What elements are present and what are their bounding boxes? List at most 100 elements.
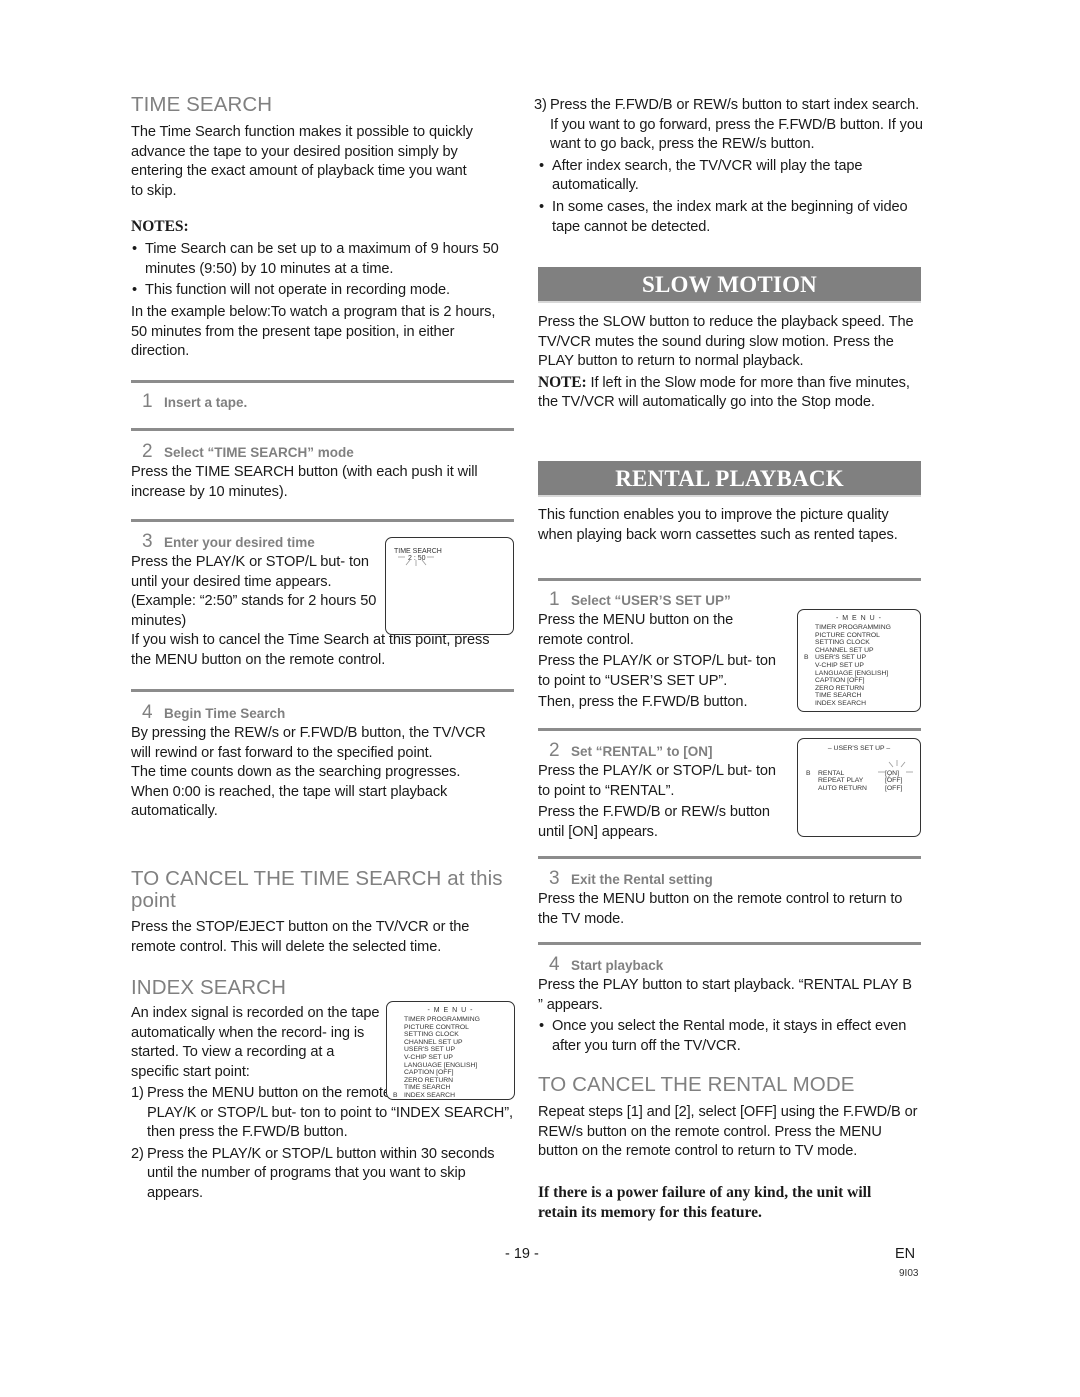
cancel-rental-body: Repeat steps [1] and [2], select [OFF] u… [538, 1104, 918, 1160]
osd-menu-item-label: INDEX SEARCH [404, 1091, 455, 1099]
rental-step-4: 4 Start playback Press the PLAY button t… [538, 942, 921, 1056]
osd-menu-item: USER'S SET UP [404, 1046, 456, 1054]
blink-rays-icon [878, 760, 913, 779]
step-body: Press the PLAY/K or STOP/L but- ton unti… [131, 554, 377, 629]
divider [131, 519, 514, 522]
osd-menu-item: PICTURE CONTROL [404, 1023, 469, 1031]
divider [538, 578, 921, 581]
ts-step-2: 2 Select “TIME SEARCH” mode Press the TI… [131, 428, 514, 502]
slow-motion-banner: SLOW MOTION [538, 267, 921, 303]
index-step: 3) Press the F.FWD/B or REW/s button to … [534, 96, 923, 155]
slow-motion-body: Press the SLOW button to reduce the play… [538, 314, 914, 370]
step-number: 1 [549, 589, 560, 610]
note-label: NOTE: [538, 373, 587, 391]
step-label: Select “USER’S SET UP” [571, 593, 731, 608]
divider [538, 728, 921, 731]
slow-motion-note: NOTE: If left in the Slow mode for more … [538, 374, 923, 413]
osd-users-list: B RENTAL [ON] REPEAT PLAY [OFF] AUTO RET… [806, 760, 920, 792]
osd-time-value: 2 : 50 [398, 555, 513, 566]
users-setup-osd-screen: – USER'S SET UP – B RENTAL [ON] REPEAT P… [797, 738, 921, 837]
osd-menu-item: SETTING CLOCK [404, 1031, 459, 1039]
osd-menu-item: ZERO RETURN [815, 684, 865, 692]
slow-motion-section: Press the SLOW button to reduce the play… [538, 313, 923, 413]
index-step-text: Press the PLAY/K or STOP/L button within… [147, 1145, 495, 1201]
step-title: 4 Begin Time Search [131, 702, 514, 724]
divider [538, 856, 921, 859]
step-body: By pressing the REW/s or F.FWD/B button,… [131, 725, 486, 761]
osd-menu-item: TIMER PROGRAMMING [404, 1016, 480, 1023]
step-number: 3 [142, 531, 153, 552]
osd-menu-item: LANGUAGE [ENGLISH] [404, 1061, 478, 1069]
notes-list: Time Search can be set up to a maximum o… [131, 240, 501, 301]
osd-menu-item-label: USER'S SET UP [815, 654, 867, 662]
ts-step-1: 1 Insert a tape. [131, 380, 514, 413]
rental-step-3: 3 Exit the Rental setting Press the MENU… [538, 856, 921, 929]
osd-menu-item-selected: B USER'S SET UP [804, 654, 920, 662]
step-label: Begin Time Search [164, 706, 286, 721]
step-label: Insert a tape. [164, 395, 248, 410]
osd-pointer-icon: B [806, 770, 811, 777]
step-label: Select “TIME SEARCH” mode [164, 445, 354, 460]
osd-menu-item: PICTURE CONTROL [815, 631, 880, 639]
language-code: EN [895, 1246, 916, 1262]
note-item: This function will not operate in record… [131, 281, 501, 301]
rental-menu-osd-screen: - M E N U - TIMER PROGRAMMING PICTURE CO… [797, 609, 921, 712]
document-code: 9I03 [899, 1268, 919, 1279]
osd-setting-label: RENTAL [818, 770, 845, 777]
index-bullet: After index search, the TV/VCR will play… [538, 157, 923, 196]
cancel-time-search-heading: TO CANCEL THE TIME SEARCH at this point [131, 867, 503, 912]
index-search-heading: INDEX SEARCH [131, 976, 286, 999]
osd-setting-label: AUTO RETURN [818, 784, 867, 792]
divider [538, 942, 921, 945]
time-search-example: In the example below:To watch a program … [131, 304, 496, 360]
osd-pointer-icon: B [804, 654, 809, 662]
osd-title: – USER'S SET UP – [827, 745, 891, 752]
step-body: Press the MENU button on the remote cont… [538, 612, 734, 648]
osd-setting-value: [OFF] [885, 784, 903, 792]
divider [131, 428, 514, 431]
step-body-2: The time counts down as the searching pr… [131, 764, 461, 820]
index-search-steps: 1) Press the MENU button on the remote c… [131, 1084, 514, 1204]
osd-menu-item: INDEX SEARCH [815, 699, 866, 707]
step-body: Press the MENU button on the remote cont… [538, 891, 903, 927]
osd-menu-list: TIMER PROGRAMMING PICTURE CONTROL SETTIN… [393, 1016, 514, 1100]
divider [131, 380, 514, 383]
step-body-2: Press the F.FWD/B or REW/s button until … [538, 804, 770, 840]
note-item: Time Search can be set up to a maximum o… [131, 240, 501, 279]
step-bullet: Once you select the Rental mode, it stay… [538, 1017, 921, 1056]
rental-intro: This function enables you to improve the… [538, 507, 898, 543]
index-search-continued: 3) Press the F.FWD/B or REW/s button to … [534, 96, 923, 237]
rental-playback-banner: RENTAL PLAYBACK [538, 461, 921, 497]
note-text: If left in the Slow mode for more than f… [538, 374, 910, 411]
step-label: Start playback [571, 958, 664, 973]
step-number: 4 [142, 702, 153, 723]
step-number: 4 [549, 954, 560, 975]
time-search-heading: TIME SEARCH [131, 93, 273, 116]
osd-menu-item: V-CHIP SET UP [815, 661, 864, 669]
osd-title: - M E N U - [836, 615, 882, 622]
osd-menu-item: CAPTION [OFF] [815, 677, 865, 685]
step-number: 1 [142, 391, 153, 412]
osd-setting-row: AUTO RETURN [OFF] [818, 785, 920, 792]
osd-menu-list: TIMER PROGRAMMING PICTURE CONTROL SETTIN… [804, 624, 920, 708]
osd-menu-item-selected: B INDEX SEARCH [393, 1091, 514, 1100]
notes-heading: NOTES: [131, 218, 189, 235]
step-body-2: Press the PLAY/K or STOP/L but- ton to p… [538, 653, 776, 689]
step-label: Enter your desired time [164, 535, 315, 550]
index-step-text: Press the F.FWD/B or REW/s button to sta… [550, 97, 923, 153]
step-title: 3 Exit the Rental setting [538, 868, 921, 890]
step-label: Exit the Rental setting [571, 872, 713, 887]
step-label: Set “RENTAL” to [ON] [571, 744, 713, 759]
step-body-cancel: If you wish to cancel the Time Search at… [131, 632, 490, 668]
osd-menu-item: V-CHIP SET UP [404, 1053, 453, 1061]
page-number: - 19 - [505, 1246, 539, 1262]
step-number: 2 [142, 441, 153, 462]
ts-step-4: 4 Begin Time Search By pressing the REW/… [131, 689, 514, 822]
osd-menu-item: TIME SEARCH [404, 1084, 451, 1092]
index-step: 2) Press the PLAY/K or STOP/L button wit… [131, 1145, 507, 1204]
osd-menu-item: TIMER PROGRAMMING [815, 624, 891, 631]
index-step-number: 1) [131, 1085, 144, 1101]
divider [131, 689, 514, 692]
osd-menu-item: ZERO RETURN [404, 1076, 454, 1084]
index-step-number: 2) [131, 1145, 144, 1162]
